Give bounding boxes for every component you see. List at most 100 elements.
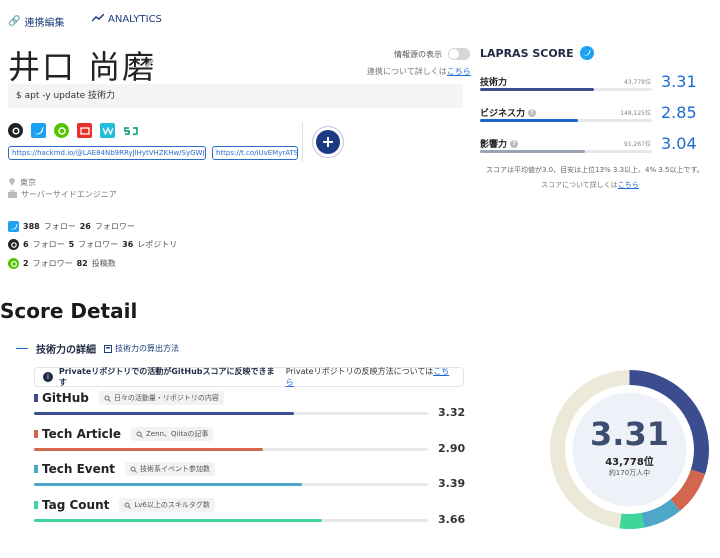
calc-link-label: 技術力の算出方法 bbox=[115, 344, 179, 353]
github-repo-label: レポジトリ bbox=[137, 240, 178, 249]
github-follow-count: 6 bbox=[23, 240, 29, 249]
url-link-1[interactable]: https://hackmd.io/@LAE84Nb9RRyJlHytVHZKH… bbox=[8, 146, 206, 160]
detail-bar-fill bbox=[34, 519, 322, 522]
twitter-stats: 388 フォロー 26 フォロワー bbox=[8, 221, 135, 232]
color-marker bbox=[34, 394, 38, 402]
score-label-text: ビジネス力 bbox=[480, 109, 526, 119]
question-icon[interactable]: ? bbox=[510, 139, 519, 148]
score-bar-fill bbox=[480, 150, 585, 153]
sj-icon[interactable] bbox=[123, 123, 138, 138]
link-note-link[interactable]: こちら bbox=[447, 67, 471, 76]
location-label: 東京 bbox=[20, 177, 36, 187]
donut-value: 3.31 bbox=[590, 415, 669, 453]
detail-score: 3.32 bbox=[438, 406, 466, 419]
score-label-text: 影響力 bbox=[480, 140, 508, 150]
detail-bar-track bbox=[34, 448, 428, 451]
donut-sub: 約170万人中 bbox=[608, 469, 651, 477]
detail-bar-track bbox=[34, 412, 428, 415]
qiita-posts-count: 82 bbox=[76, 259, 88, 268]
detail-title: Tech Article bbox=[34, 427, 121, 441]
lapras-score-row: ビジネス力? 148,125位 2.85 bbox=[480, 103, 697, 122]
pencil-icon[interactable] bbox=[144, 54, 156, 73]
speakerdeck-icon[interactable] bbox=[77, 123, 92, 138]
wantedly-icon[interactable] bbox=[100, 123, 115, 138]
lapras-title-label: LAPRAS SCORE bbox=[480, 46, 574, 60]
detail-row: GitHub 日々の活動量・リポジトリの内容 3.32 bbox=[34, 391, 466, 419]
qiita-icon[interactable] bbox=[54, 123, 69, 138]
score-value: 3.04 bbox=[661, 134, 697, 153]
analytics-link-label: ANALYTICS bbox=[108, 14, 162, 25]
sns-icons bbox=[8, 123, 138, 138]
color-marker bbox=[34, 465, 38, 473]
analytics-link[interactable]: ANALYTICS bbox=[91, 13, 162, 25]
detail-tag-text: Zenn、Qiitaの記事 bbox=[145, 430, 209, 438]
location: 東京 bbox=[8, 176, 36, 188]
score-value: 3.31 bbox=[661, 72, 697, 91]
twitter-share-icon[interactable] bbox=[579, 46, 594, 60]
score-rank: 43,778位 bbox=[624, 79, 651, 86]
github-repo-count: 36 bbox=[122, 240, 134, 249]
edit-link[interactable]: 🔗 連携編集 bbox=[8, 14, 64, 29]
briefcase-icon bbox=[8, 189, 17, 200]
score-bar-fill bbox=[480, 119, 579, 122]
tech-tab[interactable]: 技術力の詳細 技術力の算出方法 bbox=[16, 341, 179, 356]
lapras-note: スコアは平均値が3.0、目安は上位13% 3.3以上、4% 3.5以上です。 bbox=[486, 166, 704, 174]
score-donut: 3.31 43,778位 約170万人中 bbox=[547, 367, 712, 532]
github-follower-label: フォロワー bbox=[78, 240, 119, 249]
divider bbox=[302, 122, 303, 162]
detail-title: GitHub bbox=[34, 391, 89, 405]
twitter-icon bbox=[8, 221, 19, 232]
detail-row: Tech Article Zenn、Qiitaの記事 2.90 bbox=[34, 427, 466, 455]
url-link-2[interactable]: https://t.co/iUvEMyrATS bbox=[212, 146, 298, 160]
qiita-posts-label: 投稿数 bbox=[91, 259, 116, 268]
qiita-follow-count: 2 bbox=[23, 259, 29, 268]
link-note-text: 連携について詳しくは bbox=[367, 67, 447, 76]
github-icon[interactable] bbox=[8, 123, 23, 138]
calculator-icon bbox=[104, 344, 112, 353]
github-follow-label: フォロー bbox=[32, 240, 65, 249]
detail-score: 3.39 bbox=[438, 477, 466, 490]
detail-tag: Lv6以上のスキルタグ数 bbox=[119, 498, 215, 512]
trend-icon bbox=[91, 13, 105, 25]
score-label: 技術力 bbox=[480, 75, 507, 88]
toggle-label: 情報源の表示 bbox=[394, 49, 442, 59]
source-toggle[interactable] bbox=[448, 48, 470, 60]
detail-row: Tech Event 技術系イベント参加数 3.39 bbox=[34, 462, 466, 490]
link-icon: 🔗 bbox=[8, 16, 21, 27]
detail-tag: Zenn、Qiitaの記事 bbox=[130, 427, 214, 441]
donut-center: 3.31 43,778位 約170万人中 bbox=[547, 415, 712, 478]
lapras-more-link[interactable]: こちら bbox=[618, 181, 639, 189]
plus-icon bbox=[323, 137, 333, 147]
twitter-icon[interactable] bbox=[31, 123, 46, 138]
score-rank: 148,125位 bbox=[620, 110, 651, 117]
score-value: 2.85 bbox=[661, 103, 697, 122]
detail-row: Tag Count Lv6以上のスキルタグ数 3.66 bbox=[34, 498, 466, 526]
score-label: 影響力? bbox=[480, 137, 519, 150]
detail-bar-fill bbox=[34, 483, 302, 486]
detail-bar-track bbox=[34, 519, 428, 522]
color-marker bbox=[34, 501, 38, 509]
detail-title-text: Tech Event bbox=[42, 462, 116, 476]
search-icon bbox=[104, 395, 111, 402]
job-label: サーバーサイドエンジニア bbox=[21, 190, 117, 199]
github-icon bbox=[8, 239, 19, 250]
detail-tag: 技術系イベント参加数 bbox=[125, 462, 216, 476]
question-icon[interactable]: ? bbox=[528, 108, 537, 117]
detail-title-text: Tag Count bbox=[42, 498, 110, 512]
lapras-score-title: LAPRAS SCORE bbox=[480, 46, 594, 60]
detail-title-text: GitHub bbox=[42, 391, 89, 405]
detail-score: 3.66 bbox=[438, 513, 466, 526]
detail-title-text: Tech Article bbox=[42, 427, 121, 441]
score-label: ビジネス力? bbox=[480, 106, 537, 119]
twitter-follower-label: フォロワー bbox=[94, 222, 135, 231]
calc-link[interactable]: 技術力の算出方法 bbox=[104, 343, 179, 354]
qiita-icon bbox=[8, 258, 19, 269]
detail-bar-fill bbox=[34, 448, 263, 451]
twitter-follow-label: フォロー bbox=[43, 222, 76, 231]
detail-tag-text: 日々の活動量・リポジトリの内容 bbox=[113, 394, 219, 402]
score-label-text: 技術力 bbox=[480, 78, 508, 88]
search-icon bbox=[124, 502, 132, 509]
job: サーバーサイドエンジニア bbox=[8, 189, 117, 200]
lapras-score-row: 影響力? 91,267位 3.04 bbox=[480, 134, 697, 153]
add-button[interactable] bbox=[316, 130, 340, 154]
